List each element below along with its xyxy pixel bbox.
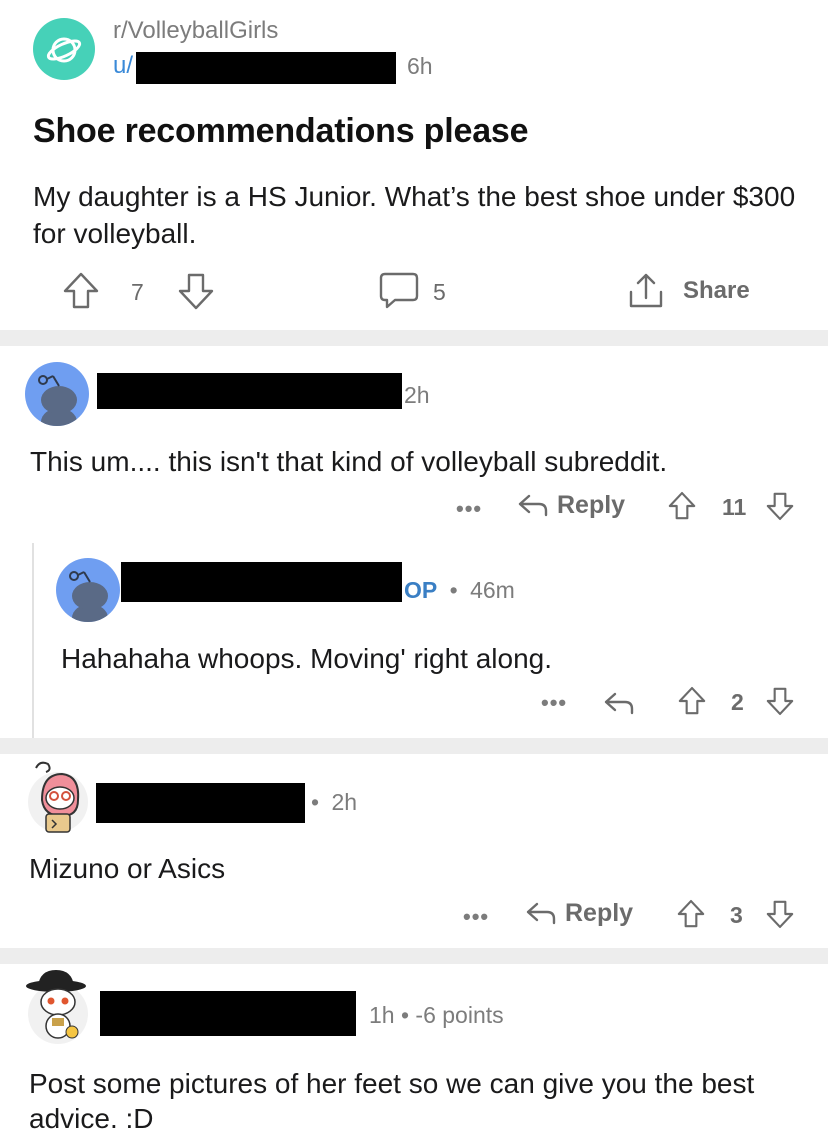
section-divider xyxy=(0,330,828,346)
meta-separator: • xyxy=(311,789,320,815)
snoo-avatar-icon xyxy=(38,375,77,426)
comment-icon xyxy=(379,272,419,309)
reply-icon xyxy=(604,692,634,715)
downvote-button[interactable] xyxy=(764,897,796,931)
comment-meta: • 2h xyxy=(311,789,357,816)
comment-age: 2h xyxy=(404,382,430,408)
subreddit-name[interactable]: r/VolleyballGirls xyxy=(113,17,278,45)
redacted-username xyxy=(121,562,402,602)
post-age: 6h xyxy=(407,53,433,79)
downvote-icon xyxy=(178,273,214,310)
downvote-icon xyxy=(766,492,794,521)
commenter-avatar[interactable] xyxy=(20,968,92,1046)
snoo-avatar-icon xyxy=(28,761,88,833)
upvote-button[interactable] xyxy=(676,684,708,718)
comment-age: 46m xyxy=(470,577,515,603)
snoo-avatar-icon xyxy=(69,571,108,622)
reply-label: Reply xyxy=(557,490,626,519)
vote-count: 3 xyxy=(730,902,743,928)
redacted-username xyxy=(97,373,402,409)
reply-button[interactable] xyxy=(603,688,635,718)
commenter-avatar[interactable] xyxy=(56,558,120,622)
more-options-button[interactable]: ••• xyxy=(456,496,482,522)
downvote-icon xyxy=(766,687,794,716)
post-share-button[interactable]: Share xyxy=(625,270,750,312)
commenter-avatar[interactable] xyxy=(22,758,90,836)
downvote-button[interactable] xyxy=(764,489,796,523)
comment-text: Hahahaha whoops. Moving' right along. xyxy=(61,643,552,674)
post-downvote-button[interactable] xyxy=(175,270,217,312)
upvote-icon xyxy=(677,899,705,928)
reply-label: Reply xyxy=(565,898,634,927)
reply-button[interactable]: Reply xyxy=(525,898,633,928)
vote-count: 2 xyxy=(731,689,744,715)
op-badge: OP xyxy=(404,577,438,603)
upvote-icon xyxy=(678,686,706,715)
post-body: My daughter is a HS Junior. What’s the b… xyxy=(33,181,796,249)
share-label: Share xyxy=(683,277,750,304)
redacted-username xyxy=(136,52,396,84)
reply-icon xyxy=(518,494,548,517)
redacted-username xyxy=(96,783,305,823)
subreddit-avatar[interactable] xyxy=(33,18,95,80)
more-options-button[interactable]: ••• xyxy=(463,904,489,930)
redacted-username xyxy=(100,991,356,1036)
comment-text: Mizuno or Asics xyxy=(29,853,226,884)
downvote-button[interactable] xyxy=(764,684,796,718)
upvote-icon xyxy=(668,491,696,520)
section-divider xyxy=(0,948,828,964)
section-divider xyxy=(0,738,828,754)
post-vote-count: 7 xyxy=(131,279,144,305)
comment-meta: OP • 46m xyxy=(404,577,515,604)
snoo-avatar-icon xyxy=(26,970,88,1044)
commenter-avatar[interactable] xyxy=(25,362,89,426)
comment-age: 2h xyxy=(331,789,358,815)
upvote-button[interactable] xyxy=(666,489,698,523)
meta-separator: • xyxy=(449,577,458,603)
reply-icon xyxy=(526,902,556,925)
post-title: Shoe recommendations please xyxy=(33,112,529,150)
more-options-button[interactable]: ••• xyxy=(541,690,567,716)
thread-line[interactable] xyxy=(32,543,34,738)
comment-text: Post some pictures of her feet so we can… xyxy=(29,1068,755,1134)
reply-button[interactable]: Reply xyxy=(517,490,625,520)
upvote-button[interactable] xyxy=(675,897,707,931)
comment-text: This um.... this isn't that kind of voll… xyxy=(30,446,668,477)
downvote-icon xyxy=(766,900,794,929)
post-author-prefix[interactable]: u/ xyxy=(113,52,133,80)
comment-meta: 1h • -6 points xyxy=(369,1002,504,1028)
post-upvote-button[interactable] xyxy=(60,270,102,312)
post-comment-count: 5 xyxy=(433,279,446,305)
post-comments-button[interactable] xyxy=(377,270,421,312)
share-icon xyxy=(629,273,663,308)
planet-icon xyxy=(46,37,82,63)
upvote-icon xyxy=(63,272,99,309)
vote-count: 11 xyxy=(722,494,747,520)
